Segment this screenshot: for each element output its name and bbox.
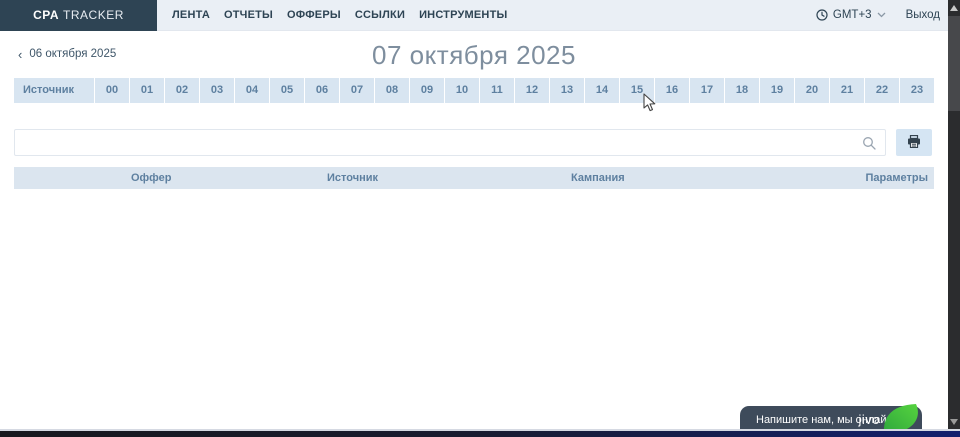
hour-cell: 21 (829, 78, 864, 103)
scrollbar-thumb[interactable] (948, 16, 960, 111)
search-input[interactable] (15, 130, 885, 155)
menu-item-ssylki[interactable]: ССЫЛКИ (355, 9, 405, 21)
column-header-source: Источник (319, 167, 563, 189)
hour-cell: 18 (724, 78, 759, 103)
hour-cell: 05 (269, 78, 304, 103)
menu-item-offery[interactable]: ОФФЕРЫ (287, 9, 341, 21)
brand-bold: CPA (33, 8, 59, 22)
search-box (14, 129, 886, 156)
column-header-parameters: Параметры (814, 167, 934, 189)
hour-cell: 09 (409, 78, 444, 103)
app-window: CPA TRACKER ЛЕНТА ОТЧЕТЫ ОФФЕРЫ ССЫЛКИ И… (0, 0, 960, 437)
brand-logo[interactable]: CPA TRACKER (0, 0, 157, 31)
hour-cell: 04 (234, 78, 269, 103)
scroll-down-arrow-icon[interactable] (950, 419, 958, 425)
table-header-row: Оффер Источник Кампания Параметры (14, 167, 934, 189)
menu-item-instrumenty[interactable]: ИНСТРУМЕНТЫ (419, 9, 507, 21)
hour-cell: 03 (199, 78, 234, 103)
hour-cell: 07 (339, 78, 374, 103)
clock-icon (816, 9, 828, 21)
logout-link[interactable]: Выход (906, 9, 940, 21)
hour-cell: 15 (619, 78, 654, 103)
timezone-selector[interactable]: GMT+3 (816, 9, 886, 21)
menu-item-otchety[interactable]: ОТЧЕТЫ (224, 9, 273, 21)
hour-cell: 08 (374, 78, 409, 103)
column-header-campaign: Кампания (563, 167, 814, 189)
hour-cells: 0001020304050607080910111213141516171819… (94, 78, 934, 103)
print-button[interactable] (896, 129, 932, 156)
hours-header-row: Источник 0001020304050607080910111213141… (14, 78, 934, 103)
source-column-header: Источник (14, 78, 94, 103)
window-bottom-edge (0, 429, 960, 437)
hour-cell: 20 (794, 78, 829, 103)
hour-cell: 14 (584, 78, 619, 103)
search-icon (862, 136, 876, 155)
main-menu: ЛЕНТА ОТЧЕТЫ ОФФЕРЫ ССЫЛКИ ИНСТРУМЕНТЫ (172, 9, 507, 21)
vertical-scrollbar[interactable] (948, 0, 960, 437)
hour-cell: 16 (654, 78, 689, 103)
hour-cell: 17 (689, 78, 724, 103)
chevron-down-icon (877, 12, 886, 18)
brand-light: TRACKER (63, 8, 124, 22)
timezone-label: GMT+3 (833, 9, 872, 21)
column-header-empty (14, 167, 123, 189)
hour-cell: 22 (864, 78, 899, 103)
hour-cell: 10 (444, 78, 479, 103)
topbar-right: GMT+3 Выход (816, 9, 948, 21)
column-header-offer: Оффер (123, 167, 319, 189)
hour-cell: 01 (129, 78, 164, 103)
hour-cell: 11 (479, 78, 514, 103)
hour-cell: 23 (899, 78, 934, 103)
page-title: 07 октября 2025 (0, 40, 948, 71)
topbar: CPA TRACKER ЛЕНТА ОТЧЕТЫ ОФФЕРЫ ССЫЛКИ И… (0, 0, 948, 31)
hour-cell: 19 (759, 78, 794, 103)
hour-cell: 06 (304, 78, 339, 103)
scroll-up-arrow-icon[interactable] (950, 5, 958, 11)
jivo-logo: jivo (858, 412, 880, 427)
hour-cell: 00 (94, 78, 129, 103)
hour-cell: 02 (164, 78, 199, 103)
hour-cell: 13 (549, 78, 584, 103)
menu-item-lenta[interactable]: ЛЕНТА (172, 9, 210, 21)
printer-icon (907, 135, 921, 151)
hour-cell: 12 (514, 78, 549, 103)
